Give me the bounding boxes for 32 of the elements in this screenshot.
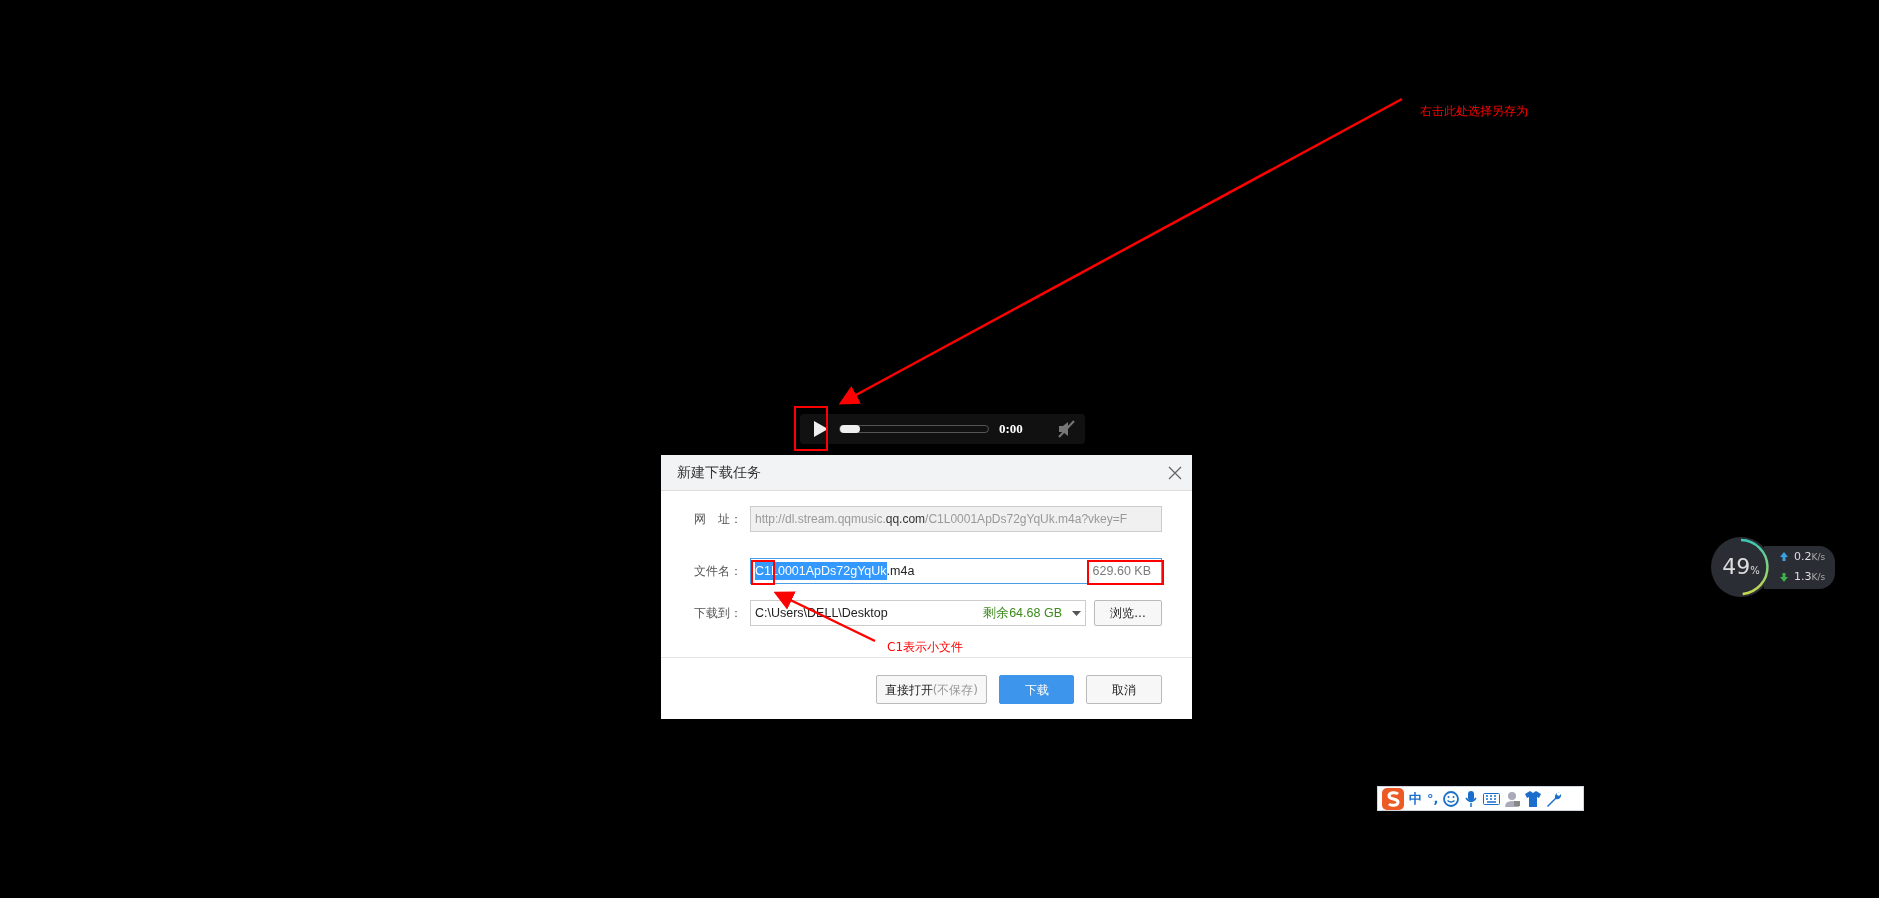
- cancel-button[interactable]: 取消: [1086, 675, 1162, 704]
- url-field: http://dl.stream.qqmusic.qq.com/C1L0001ApDs72gYqUk.m4a?vkey=F: [750, 506, 1162, 532]
- highlight-frame: [794, 406, 828, 451]
- play-icon[interactable]: [812, 420, 829, 438]
- field-label: 下载到：: [693, 605, 742, 622]
- open-button[interactable]: 直接打开(不保存): [875, 675, 987, 704]
- upload-speed: 0.2K/s: [1794, 548, 1826, 565]
- time-label: 0:00: [999, 420, 1023, 439]
- punctuation-toggle[interactable]: °,: [1427, 788, 1439, 809]
- microphone-icon[interactable]: [1464, 790, 1479, 807]
- file-size: 629.60 KB: [1092, 563, 1151, 579]
- field-label: 文件名：: [693, 563, 742, 580]
- smiley-icon[interactable]: [1443, 790, 1460, 807]
- download-icon: [1780, 572, 1788, 582]
- free-space-label: 剩余64.68 GB: [983, 604, 1062, 622]
- mute-icon[interactable]: [1057, 419, 1075, 439]
- annotation-text: C1表示小文件: [887, 639, 963, 656]
- browse-button[interactable]: 浏览...: [1094, 600, 1162, 626]
- download-speed: 1.3K/s: [1794, 569, 1826, 585]
- upload-icon: [1780, 552, 1788, 562]
- usage-percent: 49%: [1722, 556, 1760, 578]
- user-icon[interactable]: [1505, 790, 1521, 807]
- annotation-text: 右击此处选择另存为: [1420, 103, 1528, 120]
- shirt-icon[interactable]: [1525, 790, 1542, 807]
- logo-icon[interactable]: [1382, 787, 1404, 810]
- input-mode-toggle[interactable]: 中: [1409, 788, 1422, 809]
- close-icon[interactable]: [1168, 465, 1182, 480]
- keyboard-icon[interactable]: [1483, 792, 1501, 805]
- wrench-icon[interactable]: [1546, 790, 1563, 807]
- field-label: 网 址：: [693, 511, 742, 528]
- dialog-title: 新建下载任务: [677, 463, 761, 482]
- caret-icon[interactable]: [1072, 610, 1081, 616]
